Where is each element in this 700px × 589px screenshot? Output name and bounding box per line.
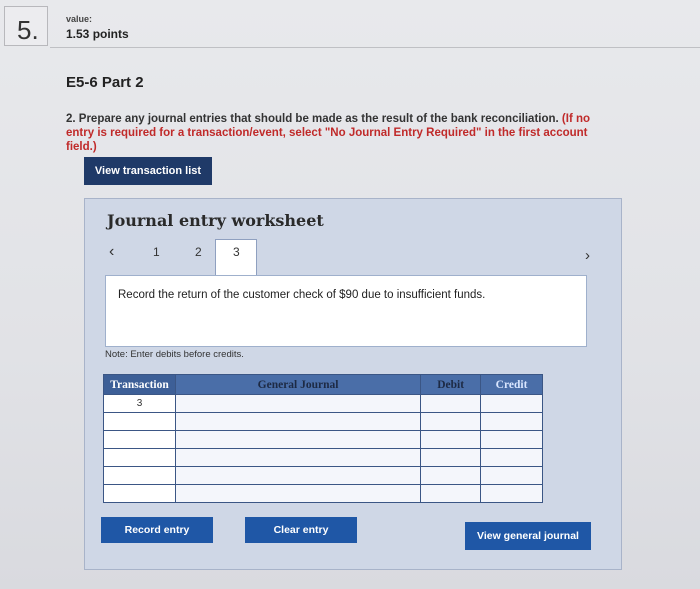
account-field[interactable] xyxy=(174,466,422,485)
account-field[interactable] xyxy=(174,448,422,467)
question-number-box: 5. xyxy=(4,6,48,46)
credit-field[interactable] xyxy=(480,430,543,449)
table-row xyxy=(103,412,543,431)
transaction-cell xyxy=(103,412,176,431)
prompt-text: Record the return of the customer check … xyxy=(118,289,486,301)
table-row xyxy=(103,448,543,467)
table-row xyxy=(103,466,543,485)
credit-field[interactable] xyxy=(480,448,543,467)
credit-field[interactable] xyxy=(480,484,543,503)
table-row xyxy=(103,430,543,449)
instructions-main: 2. Prepare any journal entries that shou… xyxy=(66,113,559,125)
debit-field[interactable] xyxy=(420,466,482,485)
record-entry-button[interactable]: Record entry xyxy=(101,517,213,543)
account-field[interactable] xyxy=(174,430,422,449)
header-divider xyxy=(50,47,700,48)
view-general-journal-button[interactable]: View general journal xyxy=(465,522,591,550)
credit-field[interactable] xyxy=(480,412,543,431)
account-field[interactable] xyxy=(174,412,422,431)
page-background: 5. value: 1.53 points E5-6 Part 2 2. Pre… xyxy=(0,0,700,589)
tab-1[interactable]: 1 xyxy=(153,245,160,259)
header-general-journal: General Journal xyxy=(174,374,422,395)
clear-entry-button[interactable]: Clear entry xyxy=(245,517,357,543)
header-transaction: Transaction xyxy=(103,374,176,395)
chevron-left-icon[interactable]: ‹ xyxy=(109,243,114,261)
part-title: E5-6 Part 2 xyxy=(66,74,144,91)
account-field[interactable] xyxy=(174,394,422,413)
transaction-cell xyxy=(103,448,176,467)
tab-2[interactable]: 2 xyxy=(195,245,202,259)
debit-field[interactable] xyxy=(420,448,482,467)
chevron-right-icon[interactable]: › xyxy=(585,247,590,264)
header-credit: Credit xyxy=(480,374,543,395)
table-row: 3 xyxy=(103,394,543,413)
journal-entry-worksheet: Journal entry worksheet ‹ 1 2 3 › Record… xyxy=(84,198,622,570)
transaction-cell xyxy=(103,484,176,503)
view-transaction-list-button[interactable]: View transaction list xyxy=(84,157,212,185)
transaction-cell xyxy=(103,430,176,449)
tab-3[interactable]: 3 xyxy=(233,245,240,259)
debit-field[interactable] xyxy=(420,430,482,449)
transaction-cell xyxy=(103,466,176,485)
debit-credit-note: Note: Enter debits before credits. xyxy=(105,349,244,360)
debit-field[interactable] xyxy=(420,412,482,431)
question-number: 5. xyxy=(17,15,39,45)
debit-field[interactable] xyxy=(420,394,482,413)
credit-field[interactable] xyxy=(480,466,543,485)
header-debit: Debit xyxy=(420,374,482,395)
transaction-cell: 3 xyxy=(103,394,176,413)
account-field[interactable] xyxy=(174,484,422,503)
journal-table: Transaction General Journal Debit Credit… xyxy=(103,374,543,503)
prompt-box: Record the return of the customer check … xyxy=(105,275,587,347)
credit-field[interactable] xyxy=(480,394,543,413)
table-row xyxy=(103,484,543,503)
points-value: 1.53 points xyxy=(66,27,129,41)
instructions: 2. Prepare any journal entries that shou… xyxy=(66,112,606,154)
worksheet-title: Journal entry worksheet xyxy=(107,211,324,230)
value-label: value: xyxy=(66,14,93,24)
debit-field[interactable] xyxy=(420,484,482,503)
